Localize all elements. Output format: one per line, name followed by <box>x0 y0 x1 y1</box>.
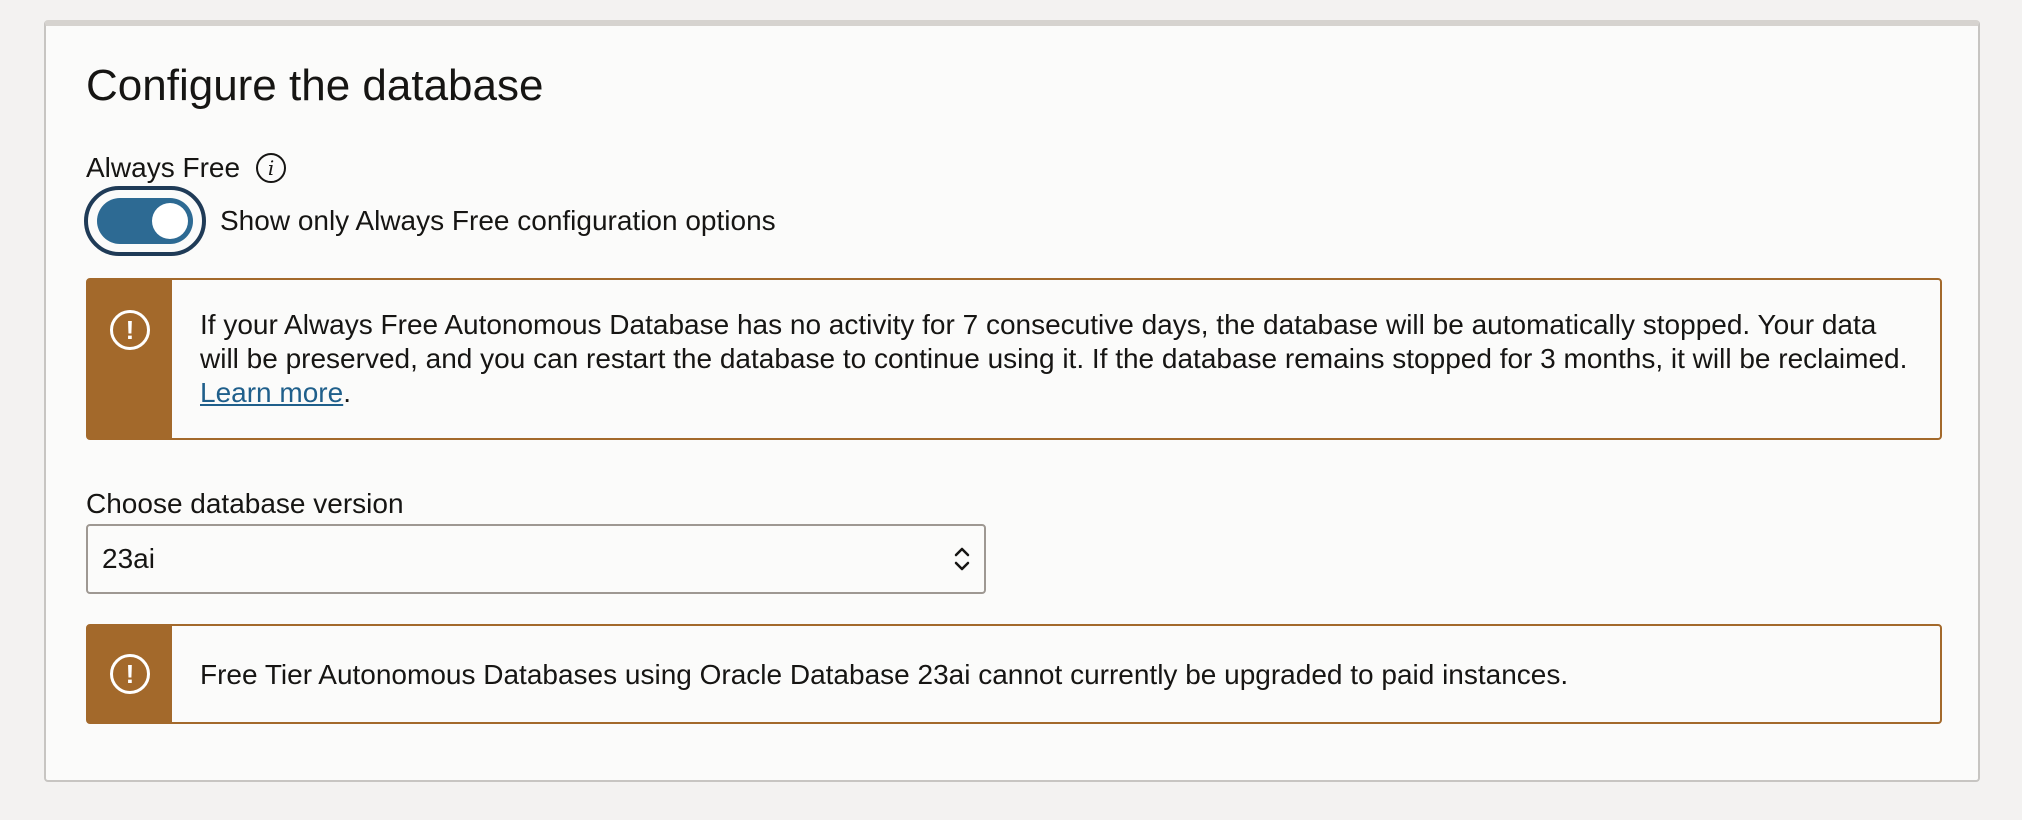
warning-icon: ! <box>110 654 150 694</box>
database-version-label: Choose database version <box>86 488 404 519</box>
always-free-toggle-label: Show only Always Free configuration opti… <box>220 205 776 236</box>
toggle-knob <box>152 203 188 239</box>
alert-message: If your Always Free Autonomous Database … <box>172 280 1940 438</box>
info-icon[interactable]: i <box>256 153 287 183</box>
learn-more-link[interactable]: Learn more <box>200 377 343 408</box>
always-free-toggle[interactable] <box>84 186 206 256</box>
section-title: Configure the database <box>86 61 544 110</box>
chevron-up-down-icon <box>954 547 970 571</box>
alert-stripe: ! <box>88 280 172 438</box>
always-free-toggle-row: Show only Always Free configuration opti… <box>84 186 776 256</box>
alert-text: If your Always Free Autonomous Database … <box>200 309 1908 374</box>
alert-message: Free Tier Autonomous Databases using Ora… <box>200 659 1569 690</box>
inactivity-warning-alert: ! If your Always Free Autonomous Databas… <box>86 278 1942 440</box>
alert-stripe: ! <box>88 626 172 722</box>
upgrade-warning-alert: ! Free Tier Autonomous Databases using O… <box>86 624 1942 724</box>
warning-icon: ! <box>110 310 150 350</box>
always-free-label: Always Free <box>86 152 241 183</box>
alert-text-end: . <box>343 377 351 408</box>
always-free-label-row: Always Free i <box>86 152 287 184</box>
database-version-select[interactable]: 23ai <box>86 524 986 594</box>
database-version-value: 23ai <box>102 543 155 574</box>
configure-database-panel: Configure the database Always Free i Sho… <box>44 20 1980 782</box>
toggle-track <box>97 198 193 244</box>
